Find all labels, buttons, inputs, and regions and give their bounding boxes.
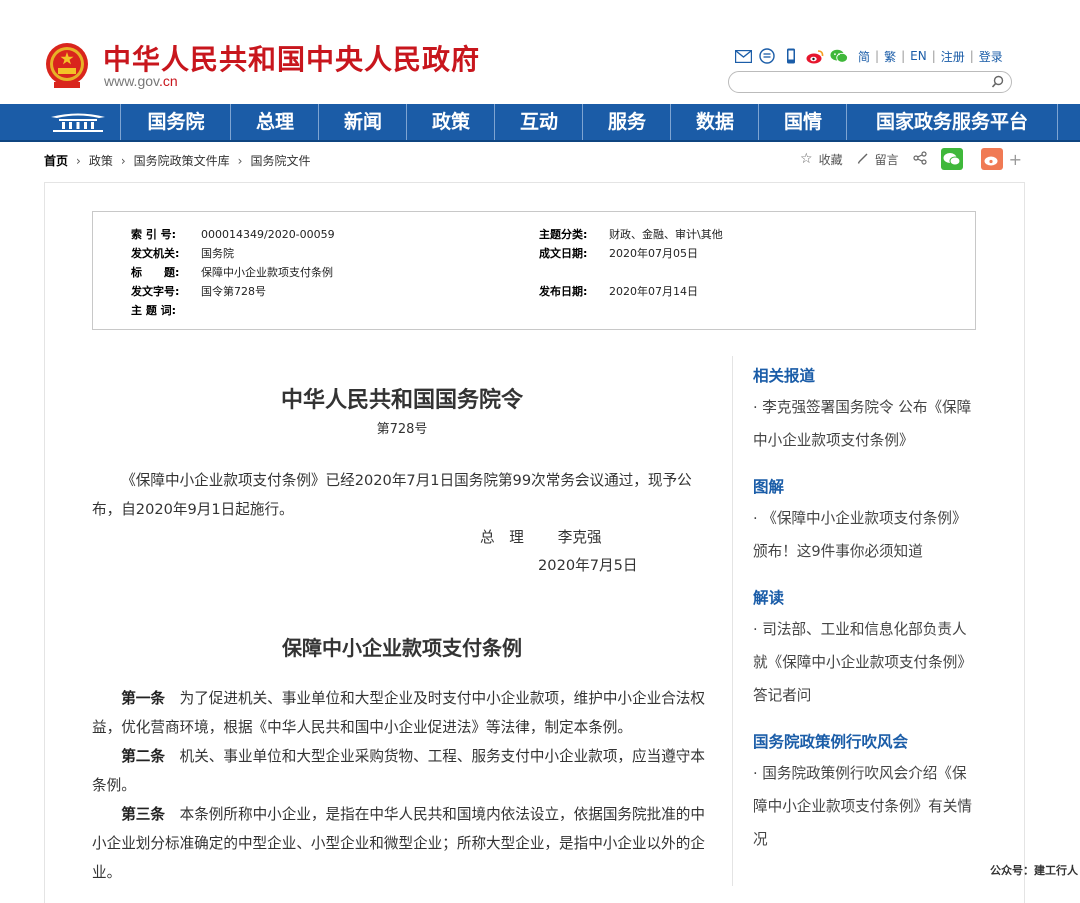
login-link[interactable]: 登录 xyxy=(979,48,1003,65)
sidebar-link-infographic[interactable]: · 《保障中小企业款项支付条例》颁布！这9件事你必须知道 xyxy=(753,502,973,568)
lang-traditional-link[interactable]: 繁 xyxy=(884,48,896,65)
article-3-text: 本条例所称中小企业，是指在中华人民共和国境内依法设立，依据国务院批准的中小企业划… xyxy=(92,806,705,881)
order-title: 中华人民共和国国务院令 xyxy=(280,387,523,413)
chevron-right-icon: › xyxy=(237,154,243,168)
site-name[interactable]: 中华人民共和国中央人民政府 xyxy=(103,38,480,78)
wechat-icon[interactable] xyxy=(830,47,848,65)
more-icon[interactable]: + xyxy=(1009,150,1022,169)
breadcrumb-home[interactable]: 首页 xyxy=(44,154,68,168)
nav-item-gov-service-platform[interactable]: 国家政务服务平台 xyxy=(846,104,1058,140)
article-2-label: 第二条 xyxy=(121,748,165,765)
signature-role: 总 理 xyxy=(480,529,524,546)
watermark-text: 公众号：建工行人 xyxy=(990,864,1078,877)
mail-icon[interactable] xyxy=(734,47,752,65)
order-number: 第728号 xyxy=(376,422,428,437)
share-icon[interactable] xyxy=(912,150,927,168)
site-url-prefix: www.gov xyxy=(104,73,159,89)
site-header: 中华人民共和国中央人民政府 www.gov.cn 简 | 繁 | EN | 注册 | 登… xyxy=(0,0,1080,104)
article-3-label: 第三条 xyxy=(121,806,165,823)
intro-paragraph: 《保障中小企业款项支付条例》已经2020年7月1日国务院第99次常务会议通过，现… xyxy=(92,472,692,518)
breadcrumb-policy[interactable]: 政策 xyxy=(89,154,113,168)
nav-item-premier[interactable]: 总理 xyxy=(230,104,319,140)
weibo-icon[interactable] xyxy=(806,47,824,65)
wechat-share-icon[interactable] xyxy=(940,148,963,170)
sidebar-link-policy-briefing[interactable]: · 国务院政策例行吹风会介绍《保障中小企业款项支付条例》有关情况 xyxy=(753,757,973,856)
article-2: 第二条 机关、事业单位和大型企业采购货物、工程、服务支付中小企业款项，应当遵守本… xyxy=(92,742,712,800)
signature-role-name: 总 理 李克强 xyxy=(480,526,602,547)
info-issuer-row: 发文机关: 国务院 xyxy=(131,247,234,260)
home-icon[interactable] xyxy=(40,104,116,140)
search-box xyxy=(728,71,1012,93)
info-index-row: 索 引 号: 000014349/2020-00059 xyxy=(131,228,335,241)
lang-english-link[interactable]: EN xyxy=(910,49,927,63)
comment-link[interactable]: 留言 xyxy=(875,151,899,168)
related-sidebar: 相关报道 · 李克强签署国务院令 公布《保障中小企业款项支付条例》 图解 · 《… xyxy=(732,356,981,886)
sidebar-link-interpretation[interactable]: · 司法部、工业和信息化部负责人就《保障中小企业款项支付条例》答记者问 xyxy=(753,613,973,712)
lang-simplified-link[interactable]: 简 xyxy=(858,48,870,65)
sidebar-heading-policy-briefing: 国务院政策例行吹风会 xyxy=(753,733,909,751)
chevron-right-icon: › xyxy=(76,154,81,168)
breadcrumb-policy-library[interactable]: 国务院政策文件库 xyxy=(134,154,230,168)
regulation-title: 保障中小企业款项支付条例 xyxy=(282,636,522,660)
nav-item-policy[interactable]: 政策 xyxy=(406,104,495,140)
info-date-row: 成文日期: 2020年07月05日 xyxy=(539,247,698,260)
info-title-row: 标 题: 保障中小企业款项支付条例 xyxy=(131,266,333,279)
nav-item-national-info[interactable]: 国情 xyxy=(758,104,847,140)
nav-item-news[interactable]: 新闻 xyxy=(318,104,407,140)
nav-item-services[interactable]: 服务 xyxy=(582,104,671,140)
sidebar-heading-infographic: 图解 xyxy=(753,478,785,496)
nav-item-interaction[interactable]: 互动 xyxy=(494,104,583,140)
article-1: 第一条 为了促进机关、事业单位和大型企业及时支付中小企业款项，维护中小企业合法权… xyxy=(92,684,712,742)
breadcrumb-state-council-docs[interactable]: 国务院文件 xyxy=(250,154,310,168)
article-1-label: 第一条 xyxy=(121,690,165,707)
sidebar-link-related-report[interactable]: · 李克强签署国务院令 公布《保障中小企业款项支付条例》 xyxy=(753,391,973,457)
chevron-right-icon: › xyxy=(120,154,126,168)
main-nav: 国务院 总理 新闻 政策 互动 服务 数据 国情 国家政务服务平台 xyxy=(0,104,1080,142)
sidebar-heading-interpretation: 解读 xyxy=(753,589,785,607)
site-url-suffix: .cn xyxy=(158,73,178,89)
national-emblem-icon[interactable] xyxy=(44,40,90,90)
nav-item-data[interactable]: 数据 xyxy=(670,104,759,140)
info-publish-row: 发布日期: 2020年07月14日 xyxy=(539,285,698,298)
search-input[interactable] xyxy=(739,73,993,93)
favorite-link[interactable]: 收藏 xyxy=(819,151,843,168)
signature-name: 李克强 xyxy=(557,529,602,546)
nav-item-state-council[interactable]: 国务院 xyxy=(120,104,231,140)
share-toolbar: ☆ 收藏 留言 + xyxy=(800,148,1022,170)
pencil-icon[interactable] xyxy=(857,152,869,167)
search-icon[interactable] xyxy=(991,74,1005,93)
info-docno-row: 发文字号: 国令第728号 xyxy=(131,285,266,298)
article-3: 第三条 本条例所称中小企业，是指在中华人民共和国境内依法设立，依据国务院批准的中… xyxy=(92,800,712,887)
site-url[interactable]: www.gov.cn xyxy=(104,73,178,89)
mobile-icon[interactable] xyxy=(782,47,800,65)
breadcrumb: 首页 › 政策 › 国务院政策文件库 › 国务院文件 xyxy=(44,152,311,169)
language-links: 简 | 繁 | EN | 注册 | 登录 xyxy=(858,48,1003,65)
sidebar-heading-related-reports: 相关报道 xyxy=(753,367,816,385)
weibo-share-icon[interactable] xyxy=(980,148,1003,170)
document-info-table: 索 引 号: 000014349/2020-00059 主题分类: 财政、金融、审计… xyxy=(92,211,976,330)
star-icon[interactable]: ☆ xyxy=(800,151,813,167)
register-link[interactable]: 注册 xyxy=(941,48,965,65)
article-2-text: 机关、事业单位和大型企业采购货物、工程、服务支付中小企业款项，应当遵守本条例。 xyxy=(92,748,705,794)
info-category-row: 主题分类: 财政、金融、审计\其他 xyxy=(539,228,723,241)
info-keywords-row: 主 题 词: xyxy=(131,304,177,317)
signature-date: 2020年7月5日 xyxy=(538,557,638,574)
header-tools: 简 | 繁 | EN | 注册 | 登录 xyxy=(734,46,1003,66)
article-1-text: 为了促进机关、事业单位和大型企业及时支付中小企业款项，维护中小企业合法权益，优化… xyxy=(92,690,705,736)
message-icon[interactable] xyxy=(758,47,776,65)
